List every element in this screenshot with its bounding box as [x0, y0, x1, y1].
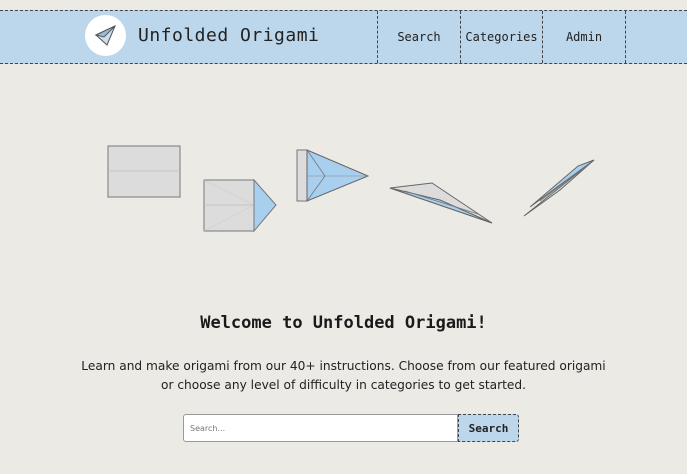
top-navbar: Unfolded Origami Search Categories Admin — [0, 10, 687, 64]
nav-search[interactable]: Search — [377, 11, 460, 63]
paper-plane-icon — [94, 24, 116, 46]
logo[interactable] — [85, 15, 126, 56]
welcome-heading: Welcome to Unfolded Origami! — [200, 313, 487, 333]
step-2-fold — [203, 178, 277, 233]
step-5-finished-plane — [523, 159, 595, 217]
brand-title[interactable]: Unfolded Origami — [138, 25, 319, 46]
step-1-sheet — [107, 145, 181, 198]
intro-text: Learn and make origami from our 40+ inst… — [81, 359, 606, 392]
step-3-arrow — [296, 149, 370, 202]
nav-categories[interactable]: Categories — [460, 11, 542, 63]
paper-plane-steps-illustration — [107, 145, 595, 233]
step-4-plane — [389, 182, 493, 224]
nav-admin[interactable]: Admin — [542, 11, 625, 63]
nav-divider — [625, 11, 626, 63]
search-button[interactable]: Search — [458, 414, 519, 442]
search-input[interactable] — [183, 414, 458, 442]
